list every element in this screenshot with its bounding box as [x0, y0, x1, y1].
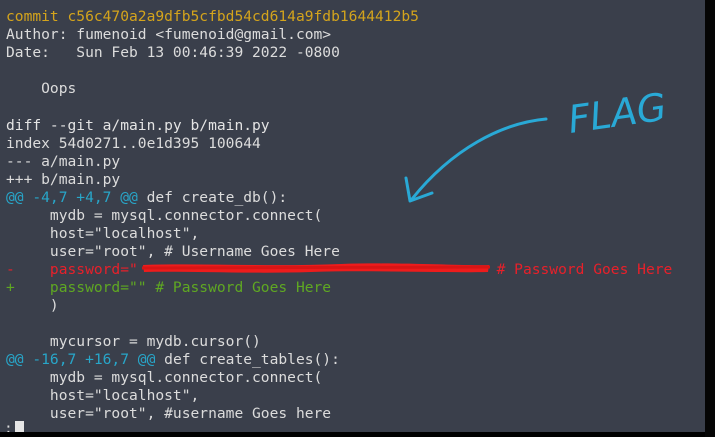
diff-line: mydb = mysql.connector.connect(	[6, 207, 323, 224]
diff-line: host="localhost",	[6, 225, 200, 242]
text-cursor	[15, 421, 24, 432]
password-redaction-scribble	[141, 263, 491, 273]
diff-line: user="root", #username Goes here	[6, 405, 332, 422]
diff-line: mydb = mysql.connector.connect(	[6, 369, 323, 386]
hunk-context: def create_db():	[137, 189, 288, 206]
hunk-header-2: @@ -16,7 +16,7 @@ def create_tables():	[6, 351, 340, 369]
hunk-marker: @@ -4,7 +4,7 @@	[6, 189, 138, 206]
added-password-line: + password="" # Password Goes Here	[6, 279, 332, 296]
commit-line: commit c56c470a2a9dfb5cfbd54cd614a9fdb16…	[6, 8, 419, 25]
removed-line-comment: # Password Goes Here	[487, 261, 673, 278]
terminal-window[interactable]: commit c56c470a2a9dfb5cfbd54cd614a9fdb16…	[0, 0, 705, 432]
diff-header: diff --git a/main.py b/main.py	[6, 117, 270, 134]
diff-line: )	[6, 297, 59, 314]
index-line: index 54d0271..0e1d395 100644	[6, 135, 261, 152]
removed-line-prefix: - password="	[6, 261, 138, 278]
commit-message: Oops	[6, 80, 77, 97]
date-line: Date: Sun Feb 13 00:46:39 2022 -0800	[6, 44, 340, 61]
annotation-arrow	[410, 117, 548, 201]
new-file-line: +++ b/main.py	[6, 171, 121, 188]
hunk-context: def create_tables():	[155, 351, 340, 368]
diff-line: mycursor = mydb.cursor()	[6, 333, 261, 350]
author-line: Author: fumenoid <fumenoid@gmail.com>	[6, 26, 332, 43]
annotation-label: FLAG	[565, 85, 669, 142]
pager-prompt: :	[4, 420, 13, 432]
hunk-header-1: @@ -4,7 +4,7 @@ def create_db():	[6, 189, 287, 207]
scrollbar[interactable]	[705, 0, 715, 437]
diff-line: host="localhost",	[6, 387, 200, 404]
old-file-line: --- a/main.py	[6, 153, 121, 170]
diff-line: user="root", # Username Goes Here	[6, 243, 340, 260]
flag-annotation: FLAG	[404, 85, 669, 203]
hunk-marker: @@ -16,7 +16,7 @@	[6, 351, 156, 368]
